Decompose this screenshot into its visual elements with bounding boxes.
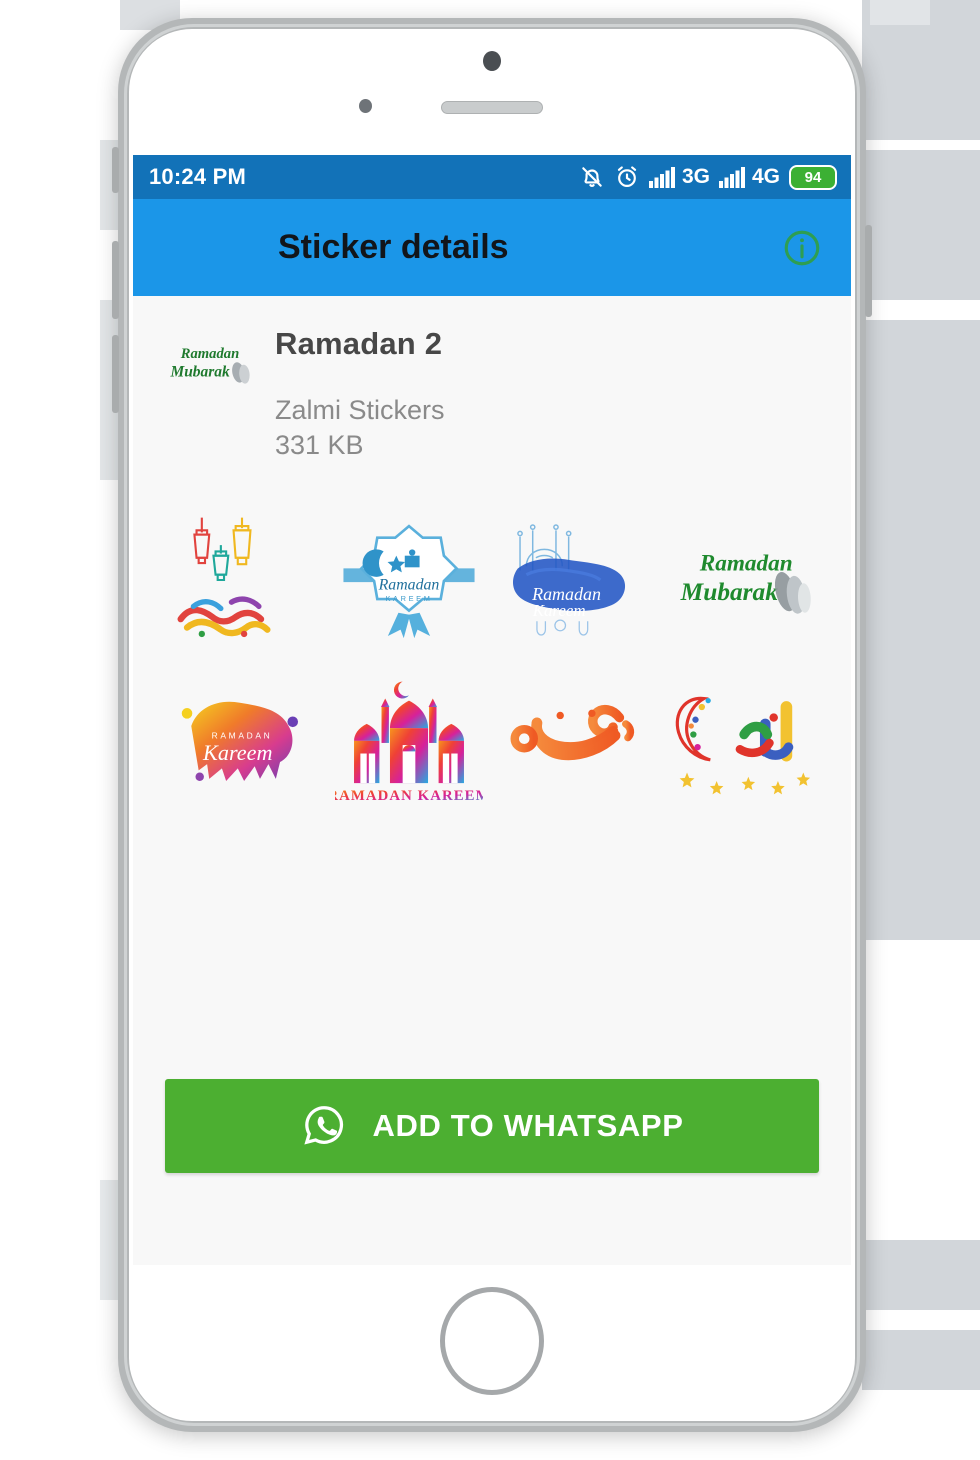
sticker-grid: Ramadan KAREEM Ramadan Kareem Ramadan Mu… [133, 505, 851, 819]
background-block [862, 320, 980, 940]
sticker-item[interactable]: Ramadan Mubarak [659, 505, 826, 655]
green-ramadan-mubarak-praying-hands-icon: Ramadan Mubarak [679, 550, 811, 614]
svg-text:RAMADAN KAREEM: RAMADAN KAREEM [335, 788, 483, 804]
sticker-item[interactable] [159, 505, 326, 655]
svg-text:Kareem: Kareem [532, 601, 586, 620]
sticker-pack-publisher: Zalmi Stickers [275, 395, 445, 425]
sticker-item[interactable]: RAMADAN KAREEM [326, 669, 493, 819]
volume-down-button[interactable] [112, 335, 119, 413]
background-block [862, 150, 980, 300]
blue-ramadan-kareem-badge-icon: Ramadan KAREEM [343, 524, 475, 639]
volume-up-button[interactable] [112, 241, 119, 319]
whatsapp-icon [301, 1102, 347, 1151]
status-bar-clock: 10:24 PM [149, 164, 246, 189]
sticker-pack-meta: Ramadan 2 Zalmi Stickers 331 KB [275, 326, 445, 461]
battery-status-badge: 94 [789, 164, 837, 190]
phone-screen: 10:24 PM 3G 4G 94 Sticker details Ramada… [133, 155, 851, 1265]
sticker-item[interactable] [659, 669, 826, 819]
svg-text:Ramadan: Ramadan [377, 577, 439, 594]
add-to-whatsapp-label: ADD TO WHATSAPP [372, 1108, 684, 1143]
lanterns-ramadan-kareem-arabic-icon [177, 517, 271, 638]
network-type-1: 3G [681, 165, 710, 188]
sticker-pack-name: Ramadan 2 [275, 326, 443, 361]
proximity-sensor-icon [359, 99, 372, 113]
blue-watercolor-mosque-ramadan-kareem-icon: Ramadan Kareem [513, 524, 626, 636]
sticker-item[interactable] [492, 669, 659, 819]
svg-text:Ramadan: Ramadan [180, 346, 239, 362]
signal-bars-icon [648, 166, 675, 188]
alarm-clock-icon [614, 164, 640, 190]
svg-text:KAREEM: KAREEM [385, 594, 432, 603]
bell-muted-icon [579, 164, 605, 190]
background-block [870, 0, 930, 25]
add-to-whatsapp-button[interactable]: ADD TO WHATSAPP [165, 1079, 819, 1173]
sticker-pack-content: Ramadan Mubarak Ramadan 2 Zalmi Stickers… [133, 296, 851, 1173]
sticker-item[interactable]: RAMADAN Kareem [159, 669, 326, 819]
power-button[interactable] [865, 225, 872, 317]
app-bar: Sticker details [133, 199, 851, 296]
mute-switch-button[interactable] [112, 147, 119, 193]
orange-arabic-ramadan-calligraphy-icon [510, 700, 635, 761]
svg-text:Kareem: Kareem [202, 740, 272, 765]
home-button[interactable] [440, 1287, 544, 1395]
background-block [862, 1330, 980, 1390]
rainbow-splash-ramadan-kareem-icon: RAMADAN Kareem [181, 701, 299, 781]
sticker-pack-size: 331 KB [275, 430, 364, 460]
svg-text:Mubarak: Mubarak [169, 364, 230, 381]
sticker-item[interactable]: Ramadan Kareem [492, 505, 659, 655]
sticker-pack-header: Ramadan Mubarak Ramadan 2 Zalmi Stickers… [133, 296, 851, 461]
network-type-2: 4G [751, 165, 780, 188]
status-bar: 10:24 PM 3G 4G 94 [133, 155, 851, 199]
svg-text:Mubarak: Mubarak [679, 578, 778, 606]
gradient-mosque-ramadan-kareem-icon: RAMADAN KAREEM [335, 681, 483, 804]
add-to-whatsapp-container: ADD TO WHATSAPP [133, 1079, 851, 1173]
earpiece-speaker [441, 101, 543, 114]
front-camera-icon [483, 51, 501, 71]
phone-device-frame: 10:24 PM 3G 4G 94 Sticker details Ramada… [112, 18, 872, 1432]
background-block [862, 1240, 980, 1310]
page-title: Sticker details [278, 228, 509, 266]
colorful-crescent-stars-ramadan-icon [675, 696, 810, 795]
status-bar-icons: 3G 4G 94 [579, 164, 837, 190]
ramadan-mubarak-tray-icon: Ramadan Mubarak [167, 332, 253, 394]
sticker-item[interactable]: Ramadan KAREEM [326, 505, 493, 655]
screenshot-canvas: 10:24 PM 3G 4G 94 Sticker details Ramada… [0, 0, 980, 1460]
signal-bars-icon [718, 166, 745, 188]
svg-text:Ramadan: Ramadan [698, 550, 792, 576]
info-circle-icon[interactable] [781, 227, 823, 269]
